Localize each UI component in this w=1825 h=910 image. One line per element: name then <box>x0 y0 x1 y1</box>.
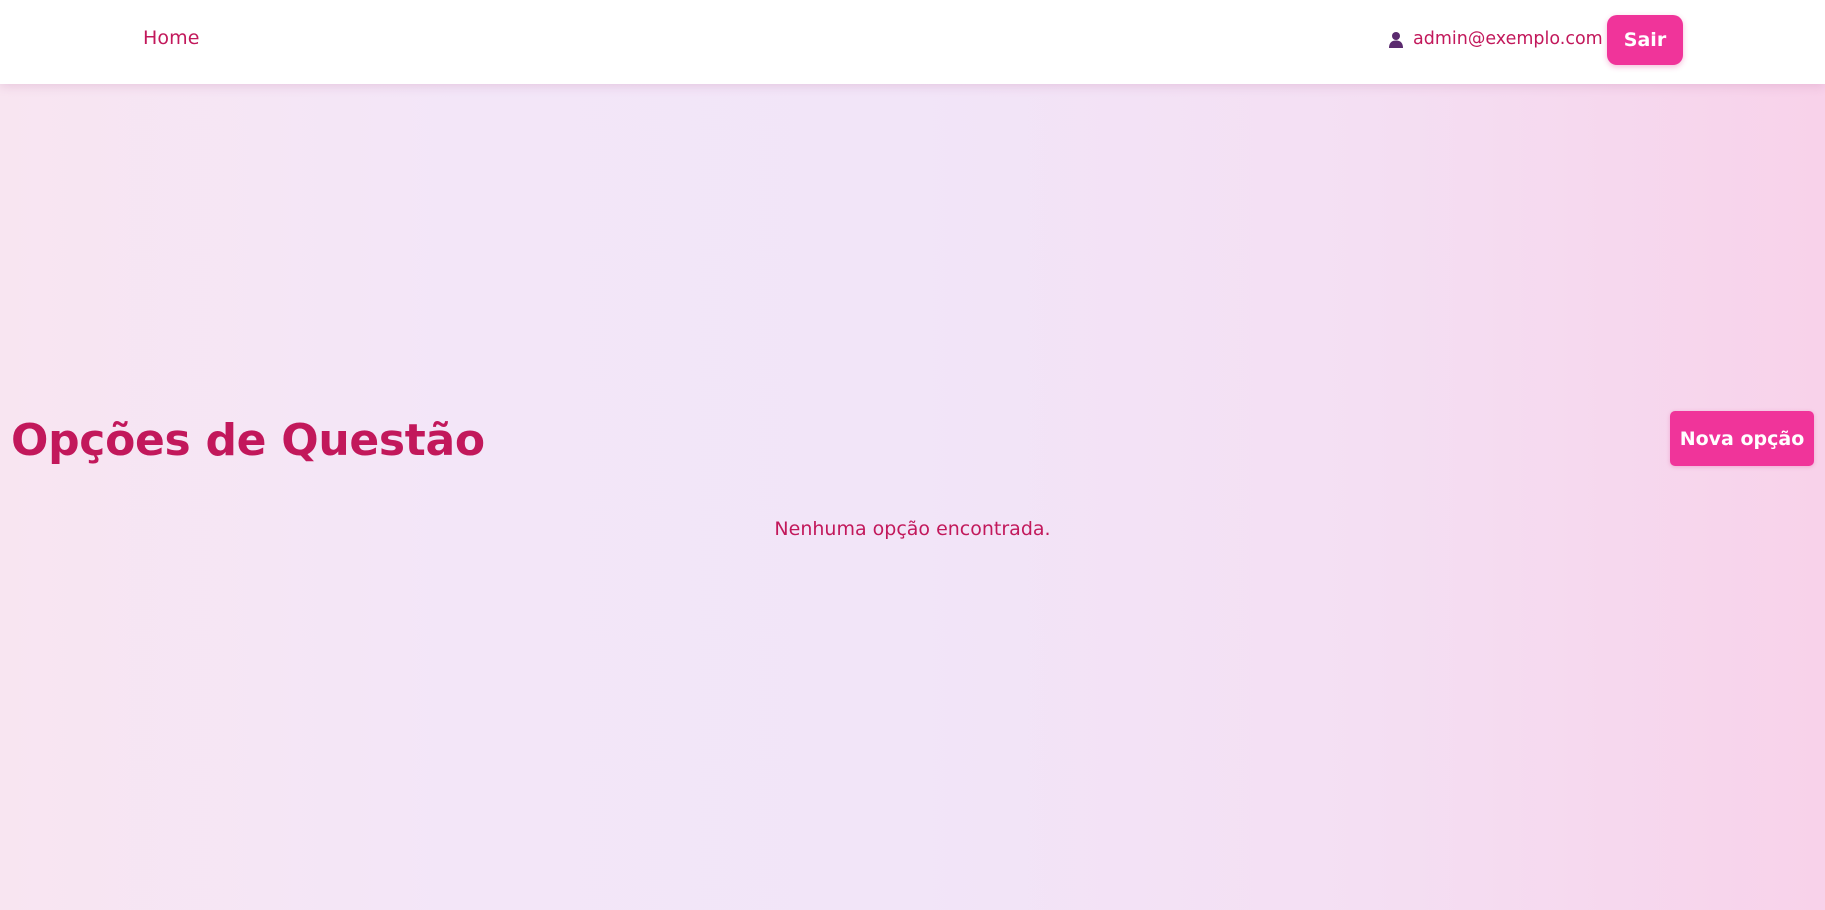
user-email: admin@exemplo.com <box>1413 29 1603 49</box>
logout-button[interactable]: Sair <box>1607 15 1683 65</box>
top-navbar: Home admin@exemplo.com Sair <box>0 0 1825 84</box>
empty-state-message: Nenhuma opção encontrada. <box>774 518 1051 540</box>
nav-home-link[interactable]: Home <box>143 27 200 49</box>
new-option-button[interactable]: Nova opção <box>1670 411 1814 466</box>
user-icon <box>1388 31 1404 48</box>
page-title: Opções de Questão <box>11 415 485 466</box>
user-info: admin@exemplo.com <box>1388 29 1603 49</box>
